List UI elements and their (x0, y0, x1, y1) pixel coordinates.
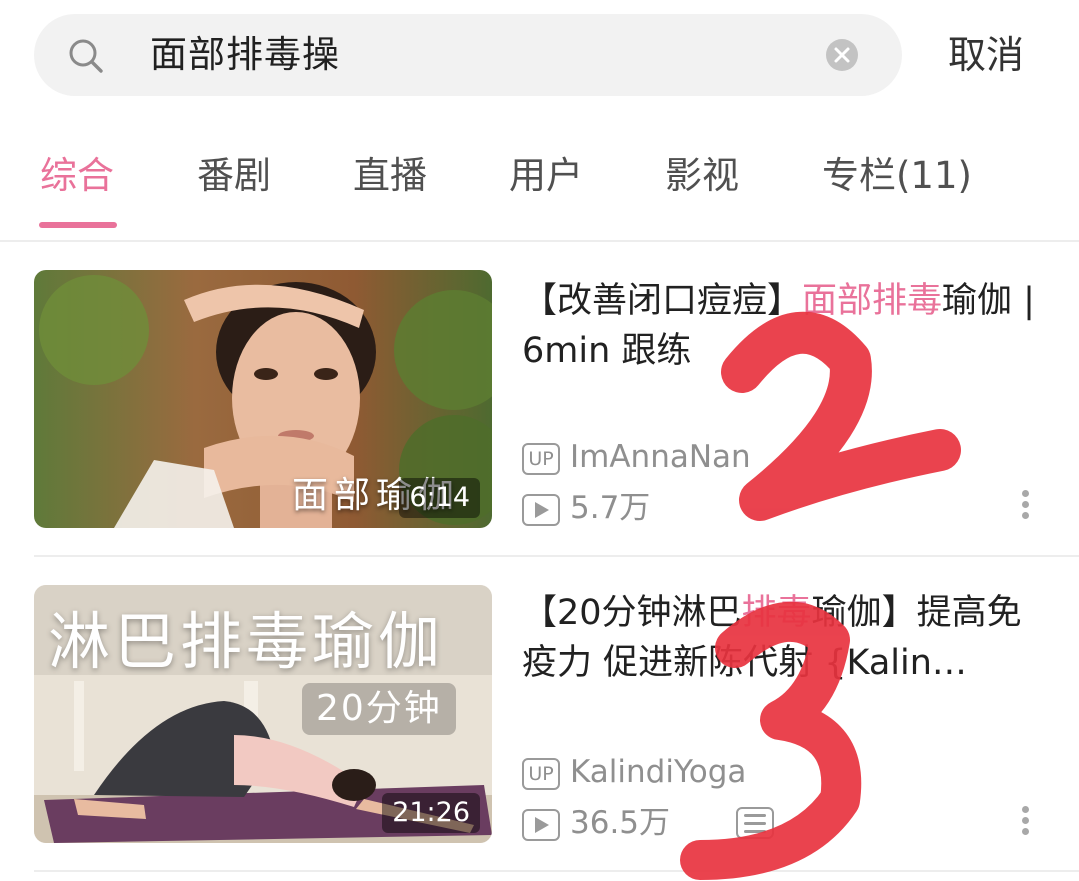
title-highlight: 排毒 (741, 593, 812, 633)
uploader-row[interactable]: UP KalindiYoga (522, 752, 746, 792)
more-options-icon[interactable] (1018, 802, 1032, 842)
thumbnail-caption: 淋巴排毒瑜伽 (48, 605, 445, 678)
clear-search-icon[interactable] (826, 39, 858, 71)
tab-users[interactable]: 用户 (509, 126, 583, 226)
title-text: 【20分钟淋巴 (522, 593, 742, 633)
view-count: 36.5万 (570, 805, 671, 841)
play-count-icon (522, 808, 560, 841)
tab-live[interactable]: 直播 (353, 126, 427, 226)
uploader-name: ImAnnaNan (570, 439, 751, 475)
video-duration: 6:14 (399, 478, 480, 518)
video-title[interactable]: 【20分钟淋巴排毒瑜伽】提高免疫力 促进新陈代射 {Kalin… (522, 588, 1052, 688)
thumbnail-subcaption: 20分钟 (302, 683, 456, 735)
search-input[interactable]: 面部排毒操 (150, 14, 340, 96)
video-result-card[interactable]: 淋巴排毒瑜伽 20分钟 21:26 【20分钟淋巴排毒瑜伽】提高免疫力 促进新陈… (0, 570, 1079, 881)
up-badge-icon: UP (522, 757, 560, 790)
views-row: 5.7万 (522, 488, 650, 528)
title-text: 【改善闭口痘痘】 (522, 281, 803, 321)
views-row: 36.5万 (522, 803, 670, 843)
result-divider (34, 870, 1079, 872)
tabs-divider (0, 240, 1079, 242)
up-badge-icon: UP (522, 442, 560, 475)
search-bar[interactable]: 面部排毒操 (34, 14, 902, 96)
tab-bar: 综合 番剧 直播 用户 影视 专栏(11) (0, 126, 1079, 240)
cancel-button[interactable]: 取消 (948, 14, 1024, 96)
more-options-icon[interactable] (1018, 486, 1032, 526)
active-tab-indicator (39, 222, 117, 228)
tab-film-tv[interactable]: 影视 (665, 126, 739, 226)
view-count: 5.7万 (570, 490, 651, 526)
tab-anime[interactable]: 番剧 (197, 126, 271, 226)
video-duration: 21:26 (382, 793, 480, 833)
play-count-icon (522, 493, 560, 526)
search-icon (68, 38, 104, 74)
video-thumbnail[interactable]: 淋巴排毒瑜伽 20分钟 21:26 (34, 585, 492, 843)
video-title[interactable]: 【改善闭口痘痘】面部排毒瑜伽 | 6min 跟练 (522, 276, 1052, 376)
video-thumbnail[interactable]: 面部瑜伽 6:14 (34, 270, 492, 528)
tab-articles[interactable]: 专栏(11) (822, 126, 972, 226)
video-result-card[interactable]: 面部瑜伽 6:14 【改善闭口痘痘】面部排毒瑜伽 | 6min 跟练 UP ImA… (0, 256, 1079, 570)
danmaku-count-icon (736, 807, 774, 839)
result-divider (34, 555, 1079, 557)
uploader-row[interactable]: UP ImAnnaNan (522, 437, 751, 477)
uploader-name: KalindiYoga (570, 754, 747, 790)
title-highlight: 面部排毒 (802, 281, 943, 321)
tab-all[interactable]: 综合 (40, 126, 114, 226)
